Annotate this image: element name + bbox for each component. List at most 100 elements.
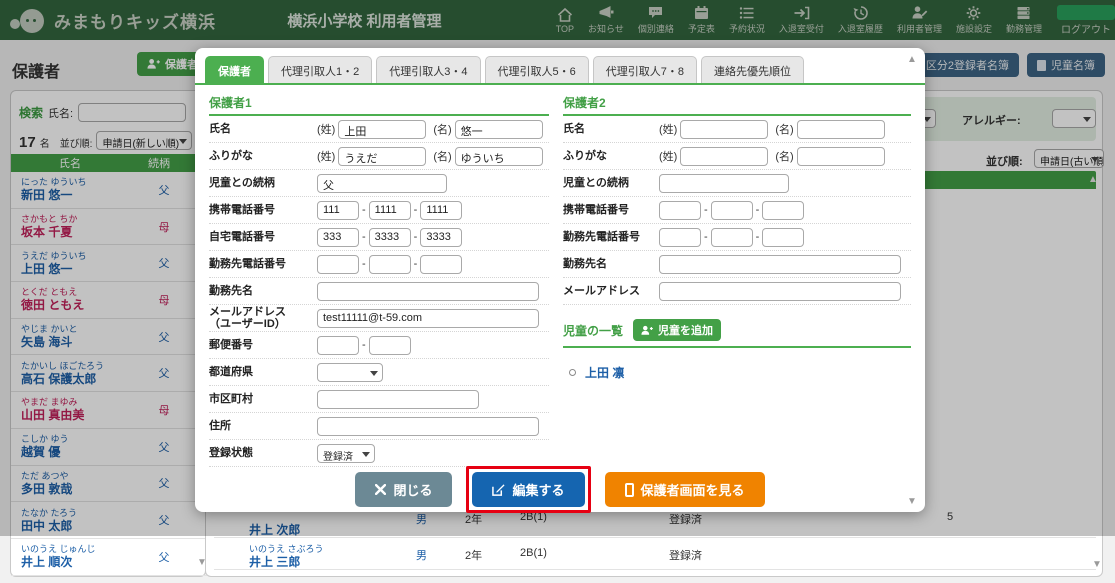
form-row: 氏名 (姓) 上田 (名) 悠一 — [209, 116, 549, 143]
form-row: ふりがな (姓) うえだ (名) ゆういち — [209, 143, 549, 170]
field-input[interactable] — [710, 227, 753, 247]
field-input[interactable]: ゆういち — [454, 146, 543, 166]
tab-代理引取人7・8[interactable]: 代理引取人7・8 — [592, 56, 697, 85]
field-input[interactable]: 1111 — [368, 200, 411, 220]
field-input[interactable] — [659, 254, 901, 274]
tab-連絡先優先順位[interactable]: 連絡先優先順位 — [701, 56, 804, 85]
form-row: 児童との続柄 — [563, 170, 911, 197]
field-input[interactable]: うえだ — [338, 146, 427, 166]
guardian-name: 井上 順次 — [21, 555, 73, 570]
child-list-item[interactable]: 上田 凛 — [569, 364, 911, 381]
children-list: 上田 凛 — [563, 364, 911, 381]
field-input[interactable]: 3333 — [368, 227, 411, 247]
view-guardian-screen-button[interactable]: 保護者画面を見る — [604, 472, 765, 507]
field-input[interactable] — [317, 281, 539, 301]
tab-代理引取人5・6[interactable]: 代理引取人5・6 — [484, 56, 589, 85]
tab-保護者[interactable]: 保護者 — [205, 56, 264, 85]
field-input[interactable]: 上田 — [338, 119, 427, 139]
guardian2-section: 保護者2 氏名 (姓) (名) ふりがな (姓) (名) 児童との続柄 携帯電話番号 - - 勤務先… — [563, 90, 911, 381]
field-input[interactable] — [317, 335, 359, 355]
children-section-title: 児童の一覧 — [563, 323, 624, 338]
field-label: 自宅電話番号 — [209, 231, 275, 243]
edit-pencil-icon — [492, 484, 506, 496]
guardian-relation: 父 — [158, 551, 170, 564]
modal-tab-bar: 保護者 代理引取人1・2 代理引取人3・4 代理引取人5・6 代理引取人7・8 連絡先優先… — [205, 56, 804, 85]
field-label: 勤務先名 — [563, 258, 607, 270]
close-icon — [375, 484, 387, 495]
guardian-detail-modal: 保護者 代理引取人1・2 代理引取人3・4 代理引取人5・6 代理引取人7・8 連絡先優先… — [195, 48, 925, 513]
child-row-name[interactable]: 井上 三郎 — [249, 553, 300, 570]
add-child-button[interactable]: 児童を追加 — [633, 319, 722, 341]
sei-label: (姓) — [659, 151, 678, 163]
field-label: 児童との続柄 — [563, 177, 629, 189]
field-label: ふりがな — [209, 150, 253, 162]
field-input[interactable] — [368, 254, 411, 274]
field-input[interactable] — [659, 281, 901, 301]
field-label: 都道府県 — [209, 366, 253, 378]
form-row: 勤務先名 — [563, 251, 911, 278]
modal-button-row: 閉じる 編集する 保護者画面を見る — [195, 466, 925, 513]
form-row: 都道府県 — [209, 359, 549, 386]
application-window: みまもりキッズ横浜 横浜小学校 利用者管理 TOP お知らせ 個別連絡 予定表 予約状況… — [0, 0, 1115, 583]
field-input[interactable]: 父 — [317, 173, 447, 193]
field-input[interactable]: test11111@t-59.com — [317, 308, 539, 328]
form-row: 市区町村 — [209, 386, 549, 413]
field-input[interactable]: 1111 — [420, 200, 463, 220]
field-input[interactable] — [317, 254, 359, 274]
field-input[interactable]: 333 — [317, 227, 359, 247]
children-section-header: 児童の一覧 児童を追加 — [563, 319, 911, 348]
sei-label: (姓) — [317, 124, 336, 136]
form-row: ふりがな (姓) (名) — [563, 143, 911, 170]
field-label: 勤務先名 — [209, 285, 253, 297]
field-select[interactable] — [317, 362, 383, 382]
field-input[interactable] — [796, 146, 885, 166]
field-input[interactable] — [762, 200, 805, 220]
close-button[interactable]: 閉じる — [355, 472, 453, 507]
field-input[interactable] — [368, 335, 411, 355]
field-label: ふりがな — [563, 150, 607, 162]
guardian-row[interactable]: いのうえ じゅんじ 井上 順次 父 — [11, 539, 207, 576]
field-input[interactable] — [317, 416, 539, 436]
form-row: 勤務先電話番号 - - — [563, 224, 911, 251]
field-label: 携帯電話番号 — [563, 204, 629, 216]
tab-代理引取人3・4[interactable]: 代理引取人3・4 — [376, 56, 481, 85]
field-input[interactable] — [762, 227, 805, 247]
field-select[interactable]: 登録済 — [317, 443, 375, 463]
field-input[interactable] — [317, 389, 479, 409]
field-label: 携帯電話番号 — [209, 204, 275, 216]
field-label: 氏名 — [209, 123, 231, 135]
tab-代理引取人1・2[interactable]: 代理引取人1・2 — [268, 56, 373, 85]
children-scroll-down-icon[interactable]: ▼ — [1092, 559, 1102, 570]
field-input[interactable]: 3333 — [420, 227, 463, 247]
field-input[interactable]: 111 — [317, 200, 359, 220]
guardian1-section: 保護者1 氏名 (姓) 上田 (名) 悠一 ふりがな (姓) うえだ (名) ゆういち 児童との続柄… — [209, 90, 549, 467]
form-row: メールアドレス （ユーザーID） test11111@t-59.com — [209, 305, 549, 332]
field-label: 市区町村 — [209, 393, 253, 405]
sei-label: (姓) — [317, 151, 336, 163]
field-label: 氏名 — [563, 123, 585, 135]
child-status: 登録済 — [669, 550, 702, 562]
form-row: 自宅電話番号 333-3333-3333 — [209, 224, 549, 251]
field-label: 登録状態 — [209, 447, 253, 459]
child-name-link[interactable]: 上田 凛 — [585, 364, 624, 381]
field-input[interactable] — [659, 227, 701, 247]
mei-label: (名) — [775, 151, 794, 163]
field-input[interactable] — [659, 173, 789, 193]
field-input[interactable] — [796, 119, 885, 139]
field-input[interactable] — [659, 200, 701, 220]
modal-scroll-up-icon[interactable]: ▲ — [907, 54, 917, 65]
highlight-annotation-box: 編集する — [466, 466, 591, 513]
child-gender: 男 — [416, 550, 427, 562]
form-row: 携帯電話番号 111-1111-1111 — [209, 197, 549, 224]
child-class: 2B(1) — [520, 547, 547, 559]
tab-underline — [195, 83, 925, 85]
field-input[interactable] — [680, 146, 769, 166]
field-input[interactable]: 悠一 — [454, 119, 543, 139]
field-input[interactable] — [710, 200, 753, 220]
smartphone-icon — [624, 482, 634, 497]
field-input[interactable] — [680, 119, 769, 139]
bullet-icon — [569, 369, 576, 376]
form-row: 氏名 (姓) (名) — [563, 116, 911, 143]
field-input[interactable] — [420, 254, 463, 274]
edit-button[interactable]: 編集する — [472, 472, 585, 507]
